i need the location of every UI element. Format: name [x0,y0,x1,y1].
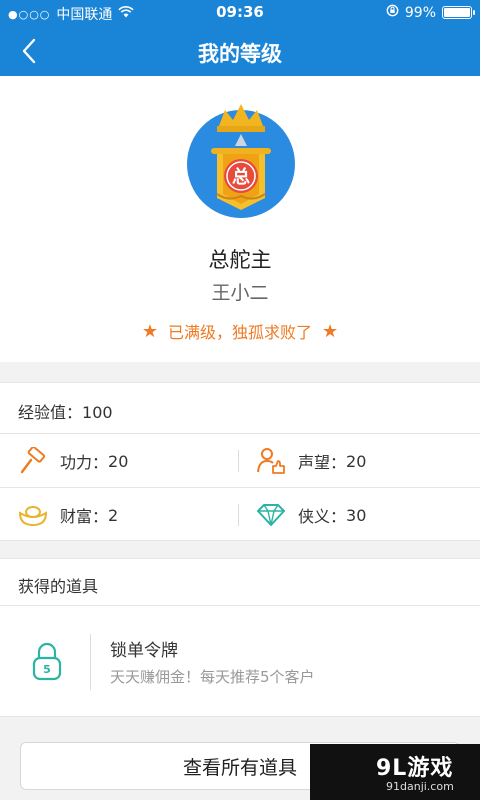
nav-bar: 我的等级 [0,26,480,76]
star-icon: ★ [322,320,339,342]
stat-label: 侠义： [298,507,347,526]
battery-fill [444,8,470,17]
profile-card: 总 总舵主 王小二 ★ 已满级，独孤求败了 ★ [0,76,480,362]
stats-panel: 经验值：100 功力： 20 声望： 20 财富： 2 侠义： 30 [0,382,480,541]
divider [238,504,239,526]
stat-label: 财富： [60,507,109,526]
battery-icon [442,6,475,19]
list-item[interactable]: 5 锁单令牌 天天赚佣金！每天推荐5个客户 [0,606,480,717]
star-icon: ★ [141,320,158,342]
stat-value: 20 [108,451,129,471]
stat-reputation: 声望： 20 [256,446,366,476]
badge-char: 总 [232,166,250,188]
watermark-logo: 9L游戏 91danji.com [310,744,480,800]
divider [90,634,91,690]
experience-row: 经验值：100 [18,399,113,423]
divider [0,487,480,488]
watermark-url: 91danji.com [386,780,454,793]
user-thumbs-up-icon [256,446,286,476]
diamond-icon [256,500,286,530]
props-section-header: 获得的道具 [0,558,480,606]
level-message: ★ 已满级，独孤求败了 ★ [0,319,480,343]
lock-token-icon: 5 [30,642,64,682]
props-header-title: 获得的道具 [18,577,99,596]
battery-percent: 99% [404,4,436,21]
user-name: 王小二 [211,282,269,304]
stat-value: 2 [108,505,119,525]
stat-value: 20 [346,451,367,471]
prop-name: 锁单令牌 [110,641,178,661]
watermark-text: 9L游戏 [376,756,454,781]
rank-name: 总舵主 [208,248,272,272]
stat-power: 功力： 20 [18,446,128,476]
level-message-text: 已满级，独孤求败了 [167,323,312,342]
page-title: 我的等级 [198,42,282,66]
divider [0,433,480,434]
rank-badge-icon: 总 [183,98,299,218]
lock-token-number: 5 [43,663,51,676]
stat-wealth: 财富： 2 [18,500,118,530]
stat-label: 声望： [298,453,347,472]
stat-label: 功力： [60,453,109,472]
hammer-icon [18,446,48,476]
gold-ingot-icon [18,500,48,530]
status-bar: ●○○○ 中国联通 09:36 99% [0,0,480,26]
stat-value: 30 [346,505,367,525]
exp-value: 100 [82,403,113,422]
status-right: 99% [386,4,475,21]
divider [238,450,239,472]
prop-description: 天天赚佣金！每天推荐5个客户 [110,668,315,686]
exp-label: 经验值： [18,403,83,422]
stat-chivalry: 侠义： 30 [256,500,366,530]
rotation-lock-icon [386,4,399,21]
